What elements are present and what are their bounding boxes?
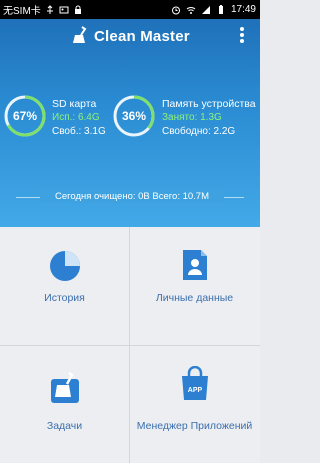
device-usage-ring: 36% <box>112 94 156 138</box>
clock-text: 17:49 <box>230 4 256 15</box>
device-percent: 36% <box>121 109 147 123</box>
device-used: Занято: 1.3G <box>162 112 222 123</box>
svg-text:APP: APP <box>188 387 203 394</box>
overflow-menu-icon[interactable] <box>234 25 250 47</box>
cleaned-summary: Сегодня очищено: 0В Всего: 10.7M <box>40 191 224 202</box>
image-notification-icon <box>59 6 69 13</box>
sd-percent: 67% <box>12 109 38 123</box>
storage-header: Clean Master 67% SD карта Исп.: 6.4G Сво… <box>0 19 260 227</box>
feature-grid: История Личные данные Задачи APP Менедже… <box>0 227 260 463</box>
lock-icon <box>74 5 81 14</box>
pie-chart-icon <box>50 251 80 281</box>
device-free: Свободно: 2.2G <box>162 126 236 137</box>
device-title: Память устройства <box>162 98 256 110</box>
sd-title: SD карта <box>52 98 97 110</box>
signal-icon <box>201 5 210 14</box>
tile-app-manager[interactable]: APP Менеджер Приложений <box>130 346 259 463</box>
app-title: Clean Master <box>94 28 190 45</box>
tile-app-manager-label: Менеджер Приложений <box>136 420 253 432</box>
carrier-text: 无SIM卡 <box>3 6 41 17</box>
app-bag-icon: APP <box>182 366 208 400</box>
tile-tasks-label: Задачи <box>46 420 83 432</box>
battery-icon <box>218 4 223 14</box>
sd-used: Исп.: 6.4G <box>52 112 100 123</box>
tile-tasks[interactable]: Задачи <box>0 346 129 463</box>
broom-icon <box>51 371 79 403</box>
tile-privacy-label: Личные данные <box>155 292 234 304</box>
tile-privacy[interactable]: Личные данные <box>130 227 259 344</box>
status-bar: 无SIM卡 17:49 <box>0 0 260 19</box>
alarm-icon <box>171 6 180 14</box>
sd-info: SD карта Исп.: 6.4G Своб.: 3.1G <box>52 97 106 139</box>
broom-logo-icon <box>73 26 87 43</box>
tile-history[interactable]: История <box>0 227 129 344</box>
wifi-icon <box>186 6 196 14</box>
sd-free: Своб.: 3.1G <box>52 126 106 137</box>
title-bar: Clean Master <box>0 19 260 51</box>
sd-usage-ring: 67% <box>3 94 47 138</box>
device-info: Память устройства Занято: 1.3G Свободно:… <box>162 97 256 139</box>
tile-history-label: История <box>44 292 85 304</box>
usb-icon <box>46 4 53 14</box>
contact-card-icon <box>183 250 207 280</box>
